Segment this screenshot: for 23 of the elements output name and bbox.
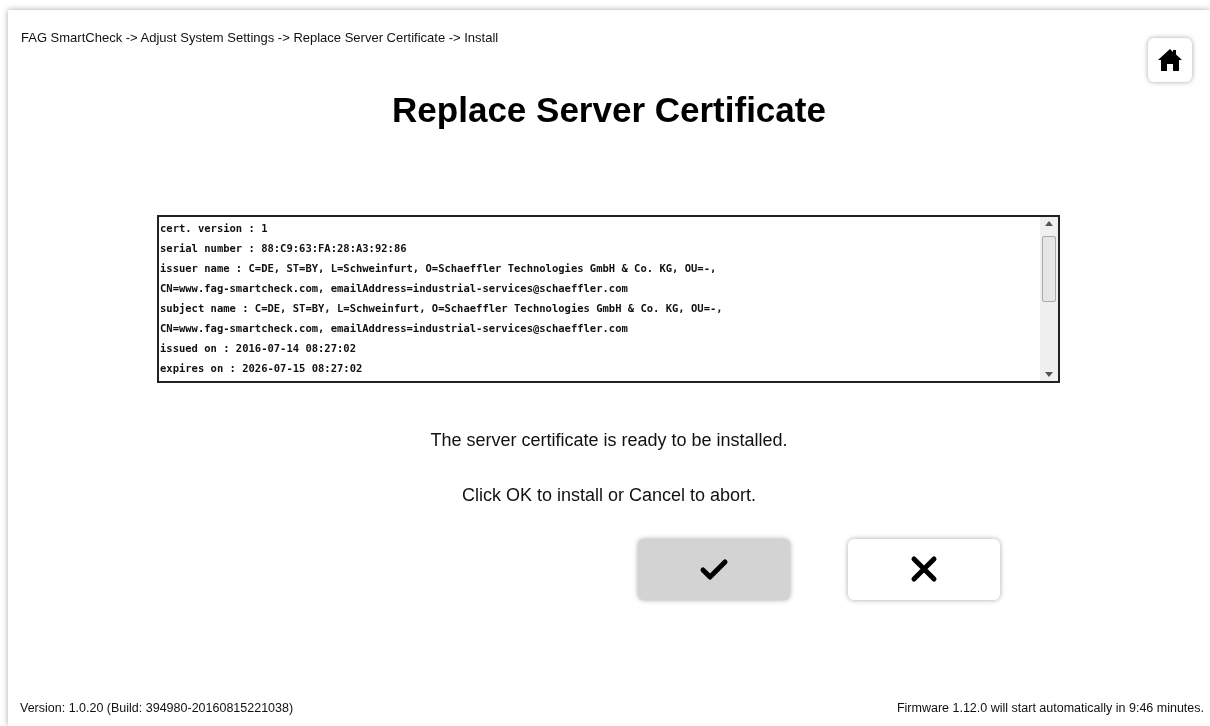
- certificate-line: serial number : 88:C9:63:FA:28:A3:92:86: [160, 240, 408, 256]
- home-icon: [1157, 48, 1183, 72]
- certificate-line: issued on : 2016-07-14 08:27:02: [160, 340, 357, 356]
- checkmark-icon: [699, 557, 729, 581]
- certificate-line: subject name : C=DE, ST=BY, L=Schweinfurt, O=Schaeffler Technologies GmbH & Co. KG, OU=-,: [160, 300, 724, 316]
- cancel-button[interactable]: [848, 538, 1000, 600]
- certificate-line: CN=www.fag-smartcheck.com, emailAddress=industrial-services@schaeffler.com: [160, 280, 629, 296]
- version-info: Version: 1.0.20 (Build: 394980-20160815221038): [20, 700, 294, 718]
- certificate-line: CN=www.fag-smartcheck.com, emailAddress=industrial-services@schaeffler.com: [160, 320, 629, 336]
- scrollbar-thumb[interactable]: [1042, 235, 1056, 302]
- certificate-line: expires on : 2026-07-15 08:27:02: [160, 360, 364, 376]
- firmware-notice: Firmware 1.12.0 will start automatically in 9:46 minutes.: [896, 700, 1204, 718]
- close-icon: [909, 554, 939, 584]
- scroll-up-arrow-icon[interactable]: [1045, 220, 1053, 226]
- scrollbar[interactable]: [1040, 216, 1058, 381]
- status-message: The server certificate is ready to be installed.: [430, 428, 788, 452]
- breadcrumb: FAG SmartCheck -> Adjust System Settings -> Replace Server Certificate -> Install: [21, 29, 499, 47]
- scroll-down-arrow-icon[interactable]: [1045, 371, 1053, 377]
- certificate-line: cert. version : 1: [160, 220, 269, 236]
- certificate-line: issuer name : C=DE, ST=BY, L=Schweinfurt, O=Schaeffler Technologies GmbH & Co. KG, OU=-,: [160, 260, 718, 276]
- status-message: Click OK to install or Cancel to abort.: [461, 483, 757, 507]
- page-title: Replace Server Certificate: [391, 89, 827, 131]
- home-button[interactable]: [1148, 38, 1192, 82]
